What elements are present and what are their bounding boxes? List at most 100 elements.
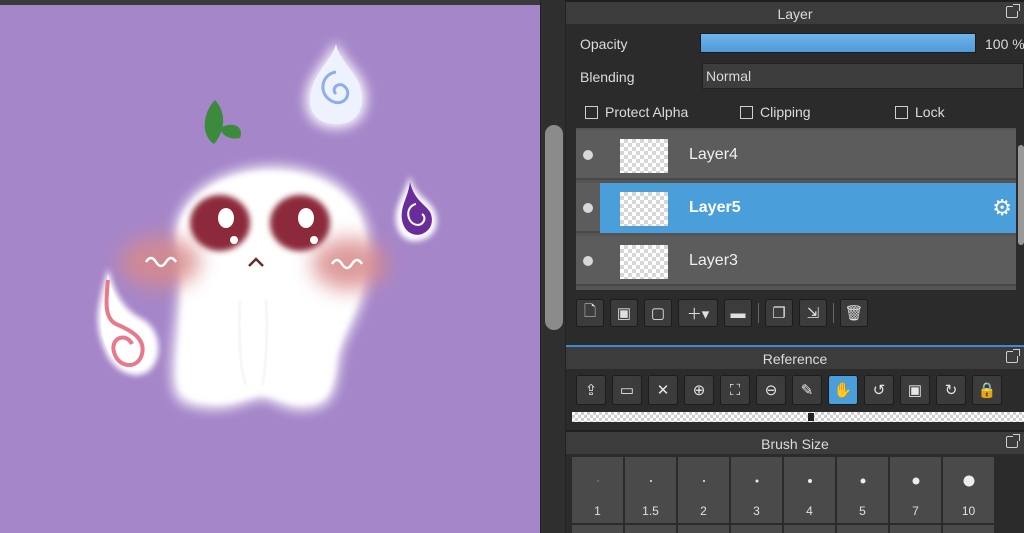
visibility-dot-icon[interactable] — [583, 256, 593, 266]
lock-checkbox[interactable]: Lock — [895, 104, 945, 120]
layer-thumbnail — [620, 139, 668, 173]
reference-panel-title: Reference — [762, 351, 828, 367]
brush-size-label: 10 — [961, 504, 976, 518]
toolbar-divider — [758, 303, 759, 323]
checkbox-box[interactable] — [895, 105, 908, 119]
blending-mode-value: Normal — [706, 68, 752, 84]
reference-panel-header: Reference — [566, 345, 1024, 369]
fit-view-icon[interactable]: ⛶ — [720, 375, 750, 405]
lock-icon[interactable]: 🔒 — [972, 375, 1002, 405]
brush-size-label: 5 — [859, 504, 866, 518]
popout-icon[interactable] — [1006, 4, 1020, 18]
new-8bit-layer-icon[interactable]: ▣ — [610, 299, 638, 327]
brush-size-panel-title: Brush Size — [761, 436, 829, 452]
new-1bit-layer-icon[interactable]: ▢ — [644, 299, 672, 327]
left-blush — [120, 236, 200, 288]
brush-size-cell[interactable]: 2 — [678, 457, 729, 523]
visibility-dot-icon[interactable] — [583, 150, 593, 160]
brush-size-cell[interactable]: 3 — [731, 457, 782, 523]
layer-list-scrollbar[interactable] — [1018, 145, 1024, 245]
brush-size-cell[interactable]: 1.5 — [625, 457, 676, 523]
hand-icon[interactable]: ✋ — [828, 375, 858, 405]
layer-row-layer5[interactable]: Layer5 ⚙ — [576, 183, 1016, 233]
layer-thumbnail — [620, 192, 668, 226]
layer-name: Layer3 — [689, 252, 738, 269]
layer-thumbnail — [620, 245, 668, 279]
checkbox-box[interactable] — [585, 105, 598, 119]
brush-size-cell[interactable]: 10 — [943, 457, 994, 523]
brush-size-row-2 — [572, 525, 1024, 533]
brush-size-cell[interactable] — [678, 525, 729, 533]
brush-size-cell[interactable] — [731, 525, 782, 533]
protect-alpha-label: Protect Alpha — [605, 104, 689, 120]
brush-size-panel: Brush Size 1 1.5 2 3 4 5 7 10 — [566, 430, 1024, 533]
scrollbar-thumb[interactable] — [545, 125, 563, 330]
blending-label: Blending — [580, 69, 635, 85]
clipping-checkbox[interactable]: Clipping — [740, 104, 811, 120]
sprout-leaf — [204, 100, 224, 144]
reference-image-strip[interactable] — [572, 412, 1024, 422]
layer-panel: Layer Opacity 100 % Blending Normal Prot… — [566, 0, 1024, 340]
add-layer-menu-icon[interactable]: ＋▾ — [678, 299, 718, 327]
popout-icon[interactable] — [1006, 349, 1020, 363]
zoom-in-icon[interactable]: ⊕ — [684, 375, 714, 405]
brush-size-grid: 1 1.5 2 3 4 5 7 10 — [572, 457, 994, 523]
open-folder-icon[interactable]: ▭ — [612, 375, 642, 405]
opacity-slider[interactable] — [700, 33, 976, 53]
brush-size-cell[interactable] — [572, 525, 623, 533]
duplicate-layer-icon[interactable]: ❐ — [765, 299, 793, 327]
clipping-label: Clipping — [760, 104, 811, 120]
new-layer-icon[interactable]: 🗋 — [576, 299, 604, 327]
layer-row-layer3[interactable]: Layer3 — [576, 236, 1016, 286]
delete-layer-icon[interactable]: 🗑 — [840, 299, 868, 327]
checkbox-box[interactable] — [740, 105, 753, 119]
rotate-left-icon[interactable]: ↺ — [864, 375, 894, 405]
brush-size-cell[interactable] — [890, 525, 941, 533]
brush-size-label: 2 — [700, 504, 707, 518]
right-panels: Layer Opacity 100 % Blending Normal Prot… — [566, 0, 1024, 533]
layer-panel-header: Layer — [566, 0, 1024, 24]
layer-name: Layer5 — [689, 199, 741, 216]
protect-alpha-checkbox[interactable]: Protect Alpha — [585, 104, 688, 120]
folder-icon[interactable]: ▬ — [724, 299, 752, 327]
right-blush — [312, 238, 388, 290]
close-icon[interactable]: ✕ — [648, 375, 678, 405]
brush-size-cell[interactable] — [625, 525, 676, 533]
ghost-artwork — [97, 40, 437, 410]
rotate-right-icon[interactable]: ↻ — [936, 375, 966, 405]
visibility-dot-icon[interactable] — [583, 203, 593, 213]
eyedropper-icon[interactable]: ✎ — [792, 375, 822, 405]
brush-size-cell[interactable]: 5 — [837, 457, 888, 523]
blending-mode-select[interactable]: Normal — [702, 63, 1024, 89]
toolbar-divider — [833, 303, 834, 323]
layer-list: Layer4 Layer5 ⚙ Layer3 — [576, 128, 1016, 290]
lock-label: Lock — [915, 104, 945, 120]
brush-size-panel-header: Brush Size — [566, 430, 1024, 454]
brush-size-label: 1.5 — [642, 504, 659, 518]
canvas-vertical-scrollbar[interactable] — [540, 0, 566, 533]
layer-row-layer4[interactable]: Layer4 — [576, 130, 1016, 180]
fullscreen-icon[interactable]: ▣ — [900, 375, 930, 405]
opacity-value: 100 % — [985, 36, 1024, 52]
layer-panel-title: Layer — [777, 6, 813, 22]
brush-size-label: 1 — [594, 504, 601, 518]
brush-size-label: 7 — [912, 504, 919, 518]
brush-size-cell[interactable]: 4 — [784, 457, 835, 523]
brush-size-cell[interactable]: 7 — [890, 457, 941, 523]
brush-size-cell[interactable]: 1 — [572, 457, 623, 523]
brush-size-label: 3 — [753, 504, 760, 518]
blue-spirit-flame — [306, 40, 366, 128]
brush-size-label: 4 — [806, 504, 813, 518]
brush-size-cell[interactable] — [943, 525, 994, 533]
gear-icon[interactable]: ⚙ — [992, 195, 1012, 221]
drawing-canvas[interactable] — [0, 0, 540, 533]
reference-marker — [808, 413, 814, 421]
brush-size-cell[interactable] — [784, 525, 835, 533]
upload-icon[interactable]: ⇪ — [576, 375, 606, 405]
merge-down-icon[interactable]: ⇲ — [799, 299, 827, 327]
popout-icon[interactable] — [1006, 434, 1020, 448]
reference-toolbar: ⇪ ▭ ✕ ⊕ ⛶ ⊖ ✎ ✋ ↺ ▣ ↻ 🔒 — [576, 375, 1002, 405]
zoom-out-icon[interactable]: ⊖ — [756, 375, 786, 405]
brush-size-cell[interactable] — [837, 525, 888, 533]
reference-panel: Reference ⇪ ▭ ✕ ⊕ ⛶ ⊖ ✎ ✋ ↺ ▣ ↻ 🔒 — [566, 345, 1024, 425]
